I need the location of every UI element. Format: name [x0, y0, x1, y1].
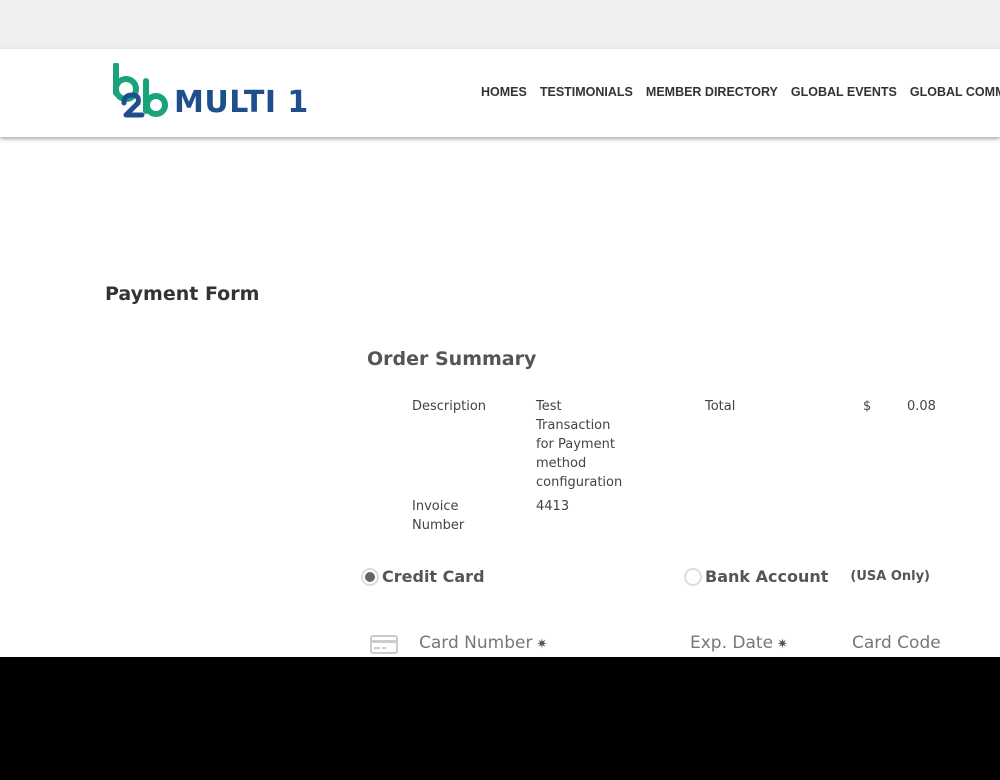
site-logo[interactable]: MULTI 1 — [110, 63, 310, 123]
bank-account-radio[interactable] — [684, 567, 702, 586]
logo-text: MULTI 1 — [174, 85, 309, 120]
black-overlay — [0, 657, 1000, 780]
required-marker: ✷ — [536, 637, 548, 652]
nav-item-homes[interactable]: HOMES — [481, 85, 527, 99]
credit-card-icon — [370, 635, 398, 654]
card-number-field[interactable]: Card Number ✷ — [419, 633, 547, 653]
main-content: Payment Form Order Summary Description T… — [0, 137, 1000, 657]
description-line: Transaction — [536, 418, 611, 433]
description-line: configuration — [536, 475, 623, 490]
description-line: method — [536, 456, 587, 471]
invoice-label: Invoice Number — [412, 497, 464, 535]
card-number-label: Card Number — [419, 633, 533, 653]
credit-card-radio[interactable] — [361, 567, 379, 586]
browser-viewport: MULTI 1 HOMES TESTIMONIALS MEMBER DIRECTOR… — [0, 0, 1000, 657]
required-marker: ✷ — [777, 637, 788, 652]
main-nav: HOMES TESTIMONIALS MEMBER DIRECTORY GLOBAL … — [481, 83, 1000, 101]
description-line: for Payment — [536, 437, 615, 452]
nav-item-testimonials[interactable]: TESTIMONIALS — [540, 85, 633, 99]
site-header: MULTI 1 HOMES TESTIMONIALS MEMBER DIRECTOR… — [0, 49, 1000, 137]
nav-item-member-directory[interactable]: MEMBER DIRECTORY — [646, 85, 778, 99]
invoice-label-line: Number — [412, 518, 465, 533]
card-code-field[interactable]: Card Code — [852, 633, 941, 653]
invoice-label-line: Invoice — [412, 499, 459, 514]
invoice-value: 4413 — [536, 499, 570, 514]
order-summary-title: Order Summary — [367, 348, 537, 370]
total-label: Total — [705, 399, 736, 414]
nav-item-global-comm[interactable]: GLOBAL COMM — [910, 85, 1000, 99]
top-strip — [0, 0, 1000, 49]
total-value: 0.08 — [907, 399, 936, 414]
bank-account-option[interactable]: Bank Account (USA Only) — [684, 567, 930, 586]
description-label: Description — [412, 399, 487, 414]
usa-only-note: (USA Only) — [850, 569, 930, 584]
description-line: Test — [536, 399, 562, 414]
bank-account-label[interactable]: Bank Account — [705, 567, 828, 586]
credit-card-option[interactable]: Credit Card — [361, 567, 485, 586]
currency-symbol: $ — [863, 399, 872, 414]
exp-date-field[interactable]: Exp. Date ✷ — [690, 633, 788, 653]
credit-card-label[interactable]: Credit Card — [382, 567, 485, 586]
card-code-label: Card Code — [852, 633, 941, 653]
nav-item-global-events[interactable]: GLOBAL EVENTS — [791, 85, 897, 99]
b2b-logo-mark-icon — [113, 63, 168, 118]
page-title: Payment Form — [105, 283, 260, 305]
exp-date-label: Exp. Date — [690, 633, 774, 653]
description-value: Test Transaction for Payment method conf… — [536, 397, 622, 492]
